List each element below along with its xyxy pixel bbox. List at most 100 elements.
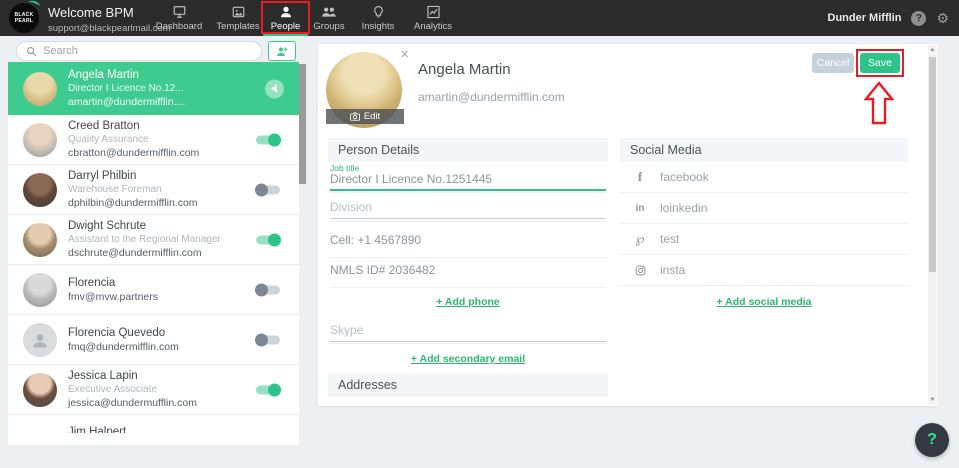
nav-dashboard[interactable]: Dashboard bbox=[150, 0, 208, 36]
groups-icon bbox=[321, 5, 337, 19]
nav-label: Analytics bbox=[414, 21, 452, 32]
profile-photo[interactable]: Edit bbox=[326, 52, 404, 130]
app-logo[interactable]: BLACK PEARL bbox=[9, 3, 39, 33]
scroll-down-icon[interactable]: ▼ bbox=[928, 395, 937, 405]
edit-photo-button[interactable]: Edit bbox=[326, 109, 404, 124]
social-row-pinterest[interactable]: ℘ test bbox=[620, 224, 908, 255]
edit-label: Edit bbox=[364, 111, 380, 122]
sidebar-scrollbar bbox=[299, 62, 306, 445]
social-row-instagram[interactable]: insta bbox=[620, 255, 908, 286]
pinterest-icon: ℘ bbox=[620, 231, 660, 247]
topbar: BLACK PEARL Welcome BPM support@blackpea… bbox=[0, 0, 959, 36]
social-value: facebook bbox=[660, 170, 709, 184]
nav-label: Dashboard bbox=[156, 21, 202, 32]
person-email: jessica@dundermufflin.com bbox=[68, 397, 197, 409]
add-social-media-link[interactable]: + Add social media bbox=[620, 296, 908, 308]
main-scrollbar: ▲ ▼ bbox=[928, 45, 937, 405]
nav-label: Insights bbox=[362, 21, 395, 32]
profile-name: Angela Martin bbox=[418, 61, 511, 78]
linkedin-icon: in bbox=[620, 203, 660, 214]
person-name: Angela Martin bbox=[68, 69, 185, 81]
person-email: dphilbin@dundermifflin.com bbox=[68, 197, 198, 209]
insights-icon bbox=[372, 5, 385, 19]
help-icon[interactable]: ? bbox=[911, 11, 926, 26]
instagram-icon bbox=[620, 265, 660, 276]
add-phone-link[interactable]: + Add phone bbox=[330, 296, 606, 308]
social-value: test bbox=[660, 232, 679, 246]
person-row-partial[interactable]: Jim Halpert bbox=[8, 415, 306, 445]
person-details-header: Person Details bbox=[328, 138, 608, 162]
avatar bbox=[23, 123, 57, 157]
save-button[interactable]: Save bbox=[860, 53, 900, 73]
nav-label: Templates bbox=[216, 21, 259, 32]
avatar bbox=[23, 373, 57, 407]
analytics-icon bbox=[426, 5, 441, 19]
add-secondary-email-link[interactable]: + Add secondary email bbox=[330, 353, 606, 365]
active-toggle[interactable] bbox=[256, 235, 280, 244]
person-row-angela-martin[interactable]: Angela Martin Director I Licence No.12..… bbox=[8, 62, 306, 115]
help-chat-button[interactable]: ? bbox=[915, 423, 949, 457]
active-toggle[interactable] bbox=[256, 285, 280, 294]
active-toggle[interactable] bbox=[256, 385, 280, 394]
nav-label: Groups bbox=[313, 21, 344, 32]
nav-people[interactable]: People bbox=[263, 0, 308, 36]
person-row-florencia[interactable]: Florencia fmv@mvw.partners bbox=[8, 265, 306, 315]
main-scrollbar-thumb[interactable] bbox=[929, 57, 936, 272]
camera-icon bbox=[350, 112, 360, 121]
skype-input[interactable] bbox=[330, 323, 606, 342]
person-name: Florencia Quevedo bbox=[68, 327, 179, 339]
nav-insights[interactable]: Insights bbox=[352, 0, 404, 36]
person-detail-panel: Edit ✕ Angela Martin amartin@dundermiffl… bbox=[318, 44, 938, 406]
collapse-arrow-button[interactable] bbox=[265, 79, 284, 98]
sidebar-search-row bbox=[8, 40, 306, 62]
nav-label: People bbox=[271, 21, 301, 32]
social-media-header: Social Media bbox=[620, 138, 908, 162]
person-row-creed-bratton[interactable]: Creed Bratton Quality Assurance cbratton… bbox=[8, 115, 306, 165]
social-row-facebook[interactable]: f facebook bbox=[620, 162, 908, 193]
gear-icon[interactable]: ⚙ bbox=[936, 11, 949, 25]
person-name: Darryl Philbin bbox=[68, 170, 198, 182]
divider bbox=[330, 192, 606, 193]
person-title: Executive Associate bbox=[68, 384, 197, 395]
person-name: Florencia bbox=[68, 277, 158, 289]
nav-templates[interactable]: Templates bbox=[210, 0, 266, 36]
person-title: Quality Assurance bbox=[68, 134, 199, 145]
avatar bbox=[23, 173, 57, 207]
dashboard-icon bbox=[172, 5, 187, 19]
scroll-up-icon[interactable]: ▲ bbox=[928, 45, 937, 55]
division-input[interactable] bbox=[330, 200, 606, 219]
remove-photo-icon[interactable]: ✕ bbox=[400, 50, 409, 61]
person-row-dwight-schrute[interactable]: Dwight Schrute Assistant to the Regional… bbox=[8, 215, 306, 265]
cancel-button[interactable]: Cancel bbox=[812, 53, 854, 73]
person-row-florencia-quevedo[interactable]: Florencia Quevedo fmq@dundermifflin.com bbox=[8, 315, 306, 365]
add-person-button[interactable] bbox=[268, 41, 296, 61]
templates-icon bbox=[231, 5, 246, 19]
search-input[interactable] bbox=[43, 45, 233, 57]
person-row-jessica-lapin[interactable]: Jessica Lapin Executive Associate jessic… bbox=[8, 365, 306, 415]
logo-swoosh-icon bbox=[27, 0, 41, 10]
person-name: Jessica Lapin bbox=[68, 370, 197, 382]
person-title: Warehouse Foreman bbox=[68, 184, 198, 195]
nmls-id-field[interactable]: NMLS ID# 2036482 bbox=[330, 263, 606, 288]
sidebar-scrollbar-thumb[interactable] bbox=[299, 64, 306, 184]
cell-phone-field[interactable]: Cell: +1 4567890 bbox=[330, 233, 606, 258]
search-icon bbox=[26, 46, 37, 57]
avatar bbox=[23, 72, 57, 106]
person-email: cbratton@dundermifflin.com bbox=[68, 147, 199, 159]
person-email: fmv@mvw.partners bbox=[68, 291, 158, 303]
job-title-input[interactable] bbox=[330, 172, 606, 191]
nav-analytics[interactable]: Analytics bbox=[405, 0, 461, 36]
divider bbox=[330, 221, 606, 222]
nav-groups[interactable]: Groups bbox=[307, 0, 351, 36]
active-toggle[interactable] bbox=[256, 185, 280, 194]
search-box[interactable] bbox=[16, 41, 262, 61]
active-toggle[interactable] bbox=[256, 135, 280, 144]
active-toggle[interactable] bbox=[256, 335, 280, 344]
avatar bbox=[23, 223, 57, 257]
logo-text: BLACK PEARL bbox=[9, 12, 39, 24]
person-row-darryl-philbin[interactable]: Darryl Philbin Warehouse Foreman dphilbi… bbox=[8, 165, 306, 215]
person-email: fmq@dundermifflin.com bbox=[68, 341, 179, 353]
generic-avatar-icon bbox=[23, 323, 57, 357]
social-row-linkedin[interactable]: in loinkedin bbox=[620, 193, 908, 224]
person-title: Assistant to the Regional Manager bbox=[68, 234, 221, 245]
